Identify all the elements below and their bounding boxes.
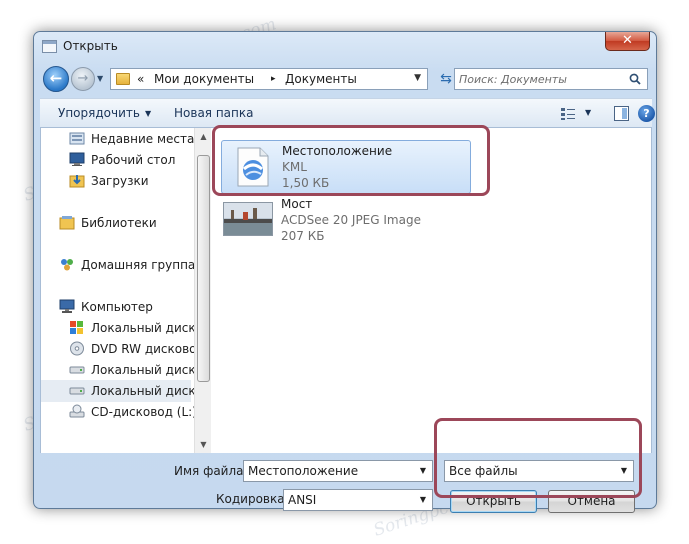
nav-item-label: Рабочий стол <box>91 153 176 167</box>
highlight-buttons-annotation <box>434 418 642 498</box>
nav-item-label: Библиотеки <box>81 216 157 230</box>
nav-item-cd-drive[interactable]: CD-дисковод (L:) <box>41 401 197 423</box>
desktop-icon <box>69 152 85 166</box>
new-folder-button[interactable]: Новая папка <box>174 106 253 120</box>
breadcrumb-my-documents[interactable]: Мои документы <box>154 72 254 86</box>
local-disk-icon <box>69 366 85 374</box>
scroll-up-button[interactable]: ▲ <box>195 128 212 145</box>
nav-item-downloads[interactable]: Загрузки <box>41 170 191 192</box>
nav-scrollbar[interactable]: ▲ ▼ <box>194 128 211 453</box>
file-name: Мост <box>281 197 313 211</box>
downloads-icon <box>69 175 85 188</box>
search-input[interactable] <box>459 71 619 87</box>
encoding-select[interactable]: ANSI ▼ <box>283 489 433 511</box>
scroll-down-button[interactable]: ▼ <box>195 436 212 453</box>
window-title: Открыть <box>63 39 118 53</box>
chevron-down-icon: ▼ <box>419 495 427 504</box>
chevron-down-icon: ▼ <box>200 440 207 449</box>
local-disk-icon <box>69 387 85 395</box>
arrow-left-icon: ← <box>49 69 63 87</box>
back-button[interactable]: ← <box>43 66 69 92</box>
close-icon: ✕ <box>622 33 633 48</box>
search-icon[interactable] <box>629 73 641 85</box>
chevron-down-icon: ▼ <box>144 109 152 118</box>
search-box[interactable] <box>454 68 648 90</box>
highlight-file-annotation <box>212 125 490 196</box>
computer-icon <box>59 299 75 313</box>
nav-item-local-disk-3[interactable]: Локальный диск ( <box>41 380 204 402</box>
jpeg-thumbnail-icon <box>223 202 273 236</box>
address-row: ← → ▼ « Мои документы ▸ Документы ▼ ⇆ <box>40 65 652 93</box>
nav-item-libraries[interactable]: Библиотеки <box>41 212 191 234</box>
encoding-dropdown[interactable]: ▼ <box>415 491 431 509</box>
nav-item-dvd-drive[interactable]: DVD RW дисковод <box>41 338 205 360</box>
refresh-icon: ⇆ <box>440 71 452 87</box>
nav-item-label: Компьютер <box>81 300 153 314</box>
homegroup-icon <box>61 259 73 271</box>
nav-item-label: DVD RW дисковод <box>91 342 205 356</box>
dvd-drive-icon <box>70 341 84 356</box>
cd-drive-icon <box>69 404 85 418</box>
chevron-up-icon: ▲ <box>200 132 207 141</box>
nav-item-recent-places[interactable]: Недавние места <box>41 128 195 150</box>
navigation-pane: Недавние места Рабочий стол Загрузки Биб… <box>41 128 205 453</box>
nav-item-label: Загрузки <box>91 174 149 188</box>
breadcrumb-overflow[interactable]: « <box>137 72 144 86</box>
nav-item-label: Локальный диск ( <box>91 321 205 335</box>
nav-item-label: Домашняя группа <box>81 258 196 272</box>
view-options-icon[interactable] <box>560 107 576 121</box>
preview-pane-icon[interactable] <box>614 106 629 121</box>
nav-item-computer[interactable]: Компьютер <box>41 296 191 318</box>
window-icon <box>42 40 57 53</box>
title-bar[interactable]: Открыть ✕ <box>34 32 656 62</box>
view-dropdown[interactable]: ▼ <box>585 108 591 117</box>
organize-label: Упорядочить <box>58 106 140 120</box>
chevron-down-icon: ▼ <box>97 74 104 83</box>
nav-item-local-disk-1[interactable]: Локальный диск ( <box>41 317 204 339</box>
filename-combo[interactable]: ▼ <box>243 460 433 482</box>
local-disk-icon <box>70 321 83 334</box>
address-dropdown[interactable]: ▼ <box>414 73 421 83</box>
chevron-down-icon: ▼ <box>414 73 421 83</box>
address-bar[interactable]: « Мои документы ▸ Документы ▼ <box>110 68 428 90</box>
file-item-jpeg[interactable]: Мост ACDSee 20 JPEG Image 207 КБ <box>221 194 471 248</box>
recent-pages-dropdown[interactable]: ▼ <box>97 74 103 83</box>
nav-item-homegroup[interactable]: Домашняя группа <box>41 254 195 276</box>
chevron-down-icon: ▼ <box>419 466 427 475</box>
filename-dropdown[interactable]: ▼ <box>415 462 431 480</box>
command-bar: Упорядочить ▼ Новая папка ▼ ? <box>40 98 655 128</box>
nav-item-label: Локальный диск ( <box>91 384 205 398</box>
nav-item-local-disk-2[interactable]: Локальный диск ( <box>41 359 204 381</box>
filename-input[interactable] <box>248 464 413 478</box>
chevron-down-icon: ▼ <box>585 108 592 117</box>
nav-item-label: Локальный диск ( <box>91 363 205 377</box>
forward-button[interactable]: → <box>71 67 95 91</box>
help-icon[interactable]: ? <box>638 105 655 122</box>
organize-menu[interactable]: Упорядочить ▼ <box>58 106 151 120</box>
encoding-value: ANSI <box>288 493 317 507</box>
libraries-icon <box>59 216 75 230</box>
arrow-right-icon: → <box>77 71 89 86</box>
nav-item-desktop[interactable]: Рабочий стол <box>41 149 191 171</box>
filename-label: Имя файла: <box>174 464 248 478</box>
folder-icon <box>116 73 130 85</box>
recent-places-icon <box>69 132 85 145</box>
file-size: 207 КБ <box>281 229 325 243</box>
nav-item-label: CD-дисковод (L:) <box>91 405 197 419</box>
encoding-label: Кодировка: <box>216 492 289 506</box>
breadcrumb-documents[interactable]: Документы <box>285 72 357 86</box>
scroll-thumb[interactable] <box>197 155 210 382</box>
nav-item-label: Недавние места <box>91 132 195 146</box>
breadcrumb-separator[interactable]: ▸ <box>271 74 276 84</box>
close-button[interactable]: ✕ <box>605 32 650 51</box>
file-type: ACDSee 20 JPEG Image <box>281 213 421 227</box>
